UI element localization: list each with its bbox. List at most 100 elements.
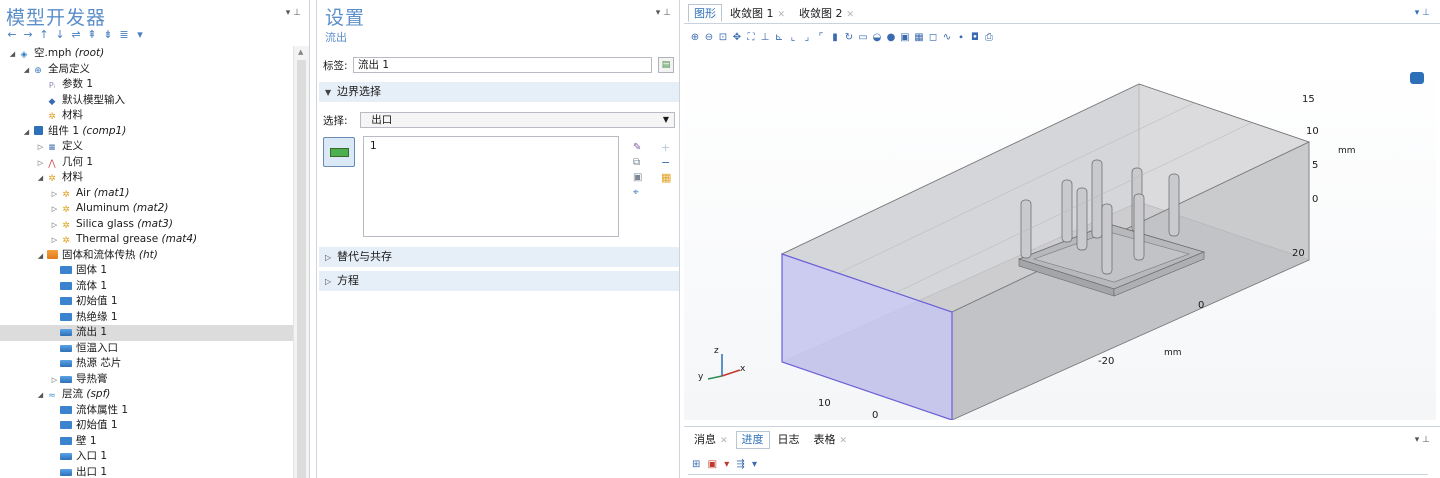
tree-item[interactable]: 恒温入口 [0, 341, 293, 357]
tree-item[interactable]: ▷ ✲ Aluminum (mat2) [0, 201, 293, 217]
scroll-up-icon[interactable]: ▲ [298, 48, 303, 56]
move-up-icon[interactable]: ↑ [38, 28, 50, 41]
select-domain-icon[interactable]: ▦ [914, 30, 926, 45]
tree-item[interactable]: 热绝缘 1 [0, 310, 293, 326]
tree-item[interactable]: ▷ 导热膏 [0, 372, 293, 388]
paste-icon[interactable]: ▣ [633, 170, 642, 185]
tree-item[interactable]: 固体 1 [0, 263, 293, 279]
tree-item[interactable]: ▷ ✲ Air (mat1) [0, 186, 293, 202]
back-icon[interactable]: ← [6, 28, 18, 41]
tree-item[interactable]: 初始值 1 [0, 294, 293, 310]
zoom-box-icon[interactable]: ⊡ [718, 30, 730, 45]
twisty-icon[interactable]: ◢ [36, 249, 45, 265]
twisty-icon[interactable]: ◢ [36, 171, 45, 187]
tree-item[interactable]: ▷ ✲ Thermal grease (mat4) [0, 232, 293, 248]
view-zx-icon[interactable]: ⌜ [816, 30, 828, 45]
settings-pin-icon[interactable]: ▾ ⊥ [656, 8, 671, 18]
scroll-thumb[interactable] [297, 60, 306, 478]
close-icon[interactable]: ✕ [847, 10, 855, 20]
add-icon[interactable]: + [661, 140, 671, 155]
selection-list[interactable]: 1 [363, 136, 619, 237]
twisty-icon[interactable]: ◢ [22, 125, 31, 141]
twisty-icon[interactable]: ▷ [50, 218, 59, 234]
selection-dropdown[interactable]: 出口 ▼ [360, 112, 675, 128]
label-button-icon[interactable]: ▤ [658, 57, 674, 73]
selection-list-item[interactable]: 1 [370, 140, 612, 152]
move-down-icon[interactable]: ↓ [54, 28, 66, 41]
forward-icon[interactable]: → [22, 28, 34, 41]
twisty-icon[interactable]: ◢ [8, 47, 17, 63]
axis-icon[interactable]: ⊥ [760, 30, 772, 45]
tree-item[interactable]: ◢ ≈ 层流 (spf) [0, 387, 293, 403]
twisty-icon[interactable]: ▷ [50, 187, 59, 203]
dropdown-icon[interactable]: ▾ [134, 28, 146, 41]
active-selection-toggle-button[interactable] [323, 137, 355, 167]
create-selection-icon[interactable]: ▦ [661, 170, 671, 185]
section-equation[interactable]: ▷ 方程 [319, 271, 679, 291]
rotate-icon[interactable]: ↻ [844, 30, 856, 45]
tree-item[interactable]: Pᵢ 参数 1 [0, 77, 293, 93]
tree-item[interactable]: 入口 1 [0, 449, 293, 465]
close-icon[interactable]: ✕ [720, 436, 728, 446]
views-icon[interactable]: ⊾ [774, 30, 786, 45]
zoom-out-icon[interactable]: ⊖ [704, 30, 716, 45]
select-icon[interactable]: ▣ [900, 30, 912, 45]
tree-item[interactable]: ✲ 材料 [0, 108, 293, 124]
section-override[interactable]: ▷ 替代与共存 [319, 247, 679, 267]
graphics-tab[interactable]: 收敛图 1 ✕ [724, 4, 791, 22]
light-icon[interactable]: ● [886, 30, 898, 45]
label-field[interactable]: 流出 1 [353, 57, 652, 73]
list-icon[interactable]: ≣ [118, 28, 130, 41]
zoom-extents-icon[interactable]: ⛶ [746, 30, 758, 45]
zoom-in-icon[interactable]: ⊕ [690, 30, 702, 45]
view-xy-icon[interactable]: ⌞ [788, 30, 800, 45]
messages-tab[interactable]: 日志 [772, 431, 806, 449]
tree-item[interactable]: 流体 1 [0, 279, 293, 295]
close-icon[interactable]: ✕ [840, 436, 848, 446]
tree-scrollbar[interactable]: ▲ [293, 46, 309, 478]
twisty-icon[interactable]: ◢ [36, 388, 45, 404]
pane-pin-icon[interactable]: ▾ ⊥ [286, 8, 301, 18]
sync-icon[interactable]: ⇶ ▾ [736, 459, 759, 470]
tree-item[interactable]: 初始值 1 [0, 418, 293, 434]
messages-tab[interactable]: 消息 ✕ [688, 431, 734, 449]
filter-icon[interactable]: ⇌ [70, 28, 82, 41]
transparency-icon[interactable]: ◒ [872, 30, 884, 45]
copy-icon[interactable]: ⧉ [633, 155, 642, 170]
tree-item[interactable]: ◢ 组件 1 (comp1) [0, 124, 293, 140]
graphics-tab[interactable]: 收敛图 2 ✕ [793, 4, 860, 22]
stop-icon[interactable]: ▣ ▾ [708, 459, 732, 470]
select-point-icon[interactable]: ∙ [956, 30, 968, 45]
3d-model-scene[interactable] [684, 64, 1436, 420]
twisty-icon[interactable]: ▷ [50, 202, 59, 218]
print-icon[interactable]: ⎙ [984, 30, 996, 45]
zoom-to-selection-icon[interactable]: ⌖ [633, 185, 642, 200]
screenshot-icon[interactable]: ◘ [970, 30, 982, 45]
twisty-icon[interactable]: ▷ [36, 140, 45, 156]
tree-item[interactable]: ◆ 默认模型输入 [0, 93, 293, 109]
select-edge-icon[interactable]: ∿ [942, 30, 954, 45]
section-boundary-selection[interactable]: ▼ 边界选择 [319, 82, 679, 102]
render-icon[interactable]: ▮ [830, 30, 842, 45]
twisty-icon[interactable]: ▷ [50, 373, 59, 389]
tree-item[interactable]: 流体属性 1 [0, 403, 293, 419]
tree-item[interactable]: ▷ ✲ Silica glass (mat3) [0, 217, 293, 233]
remove-icon[interactable]: − [661, 155, 671, 170]
graphics-pin-icon[interactable]: ▾ ⊥ [1415, 8, 1430, 18]
twisty-icon[interactable]: ▷ [50, 233, 59, 249]
tree-item[interactable]: 热源 芯片 [0, 356, 293, 372]
tree-item[interactable]: ▷ ⋀ 几何 1 [0, 155, 293, 171]
messages-tab[interactable]: 进度 [735, 431, 770, 449]
close-icon[interactable]: ✕ [778, 10, 786, 20]
select-boundary-icon[interactable]: ◻ [928, 30, 940, 45]
tree-item[interactable]: ◢ ◈ 空.mph (root) [0, 46, 293, 62]
tree-item[interactable]: 出口 1 [0, 465, 293, 478]
tree-item[interactable]: ▷ ≡ 定义 [0, 139, 293, 155]
paint-icon[interactable]: ✎ [633, 140, 642, 155]
tree-item[interactable]: ◢ ✲ 材料 [0, 170, 293, 186]
expand-all-icon[interactable]: ⊞ [692, 459, 702, 470]
tree-item[interactable]: ◢ 固体和流体传热 (ht) [0, 248, 293, 264]
messages-tab[interactable]: 表格 ✕ [808, 431, 854, 449]
graphics-tab[interactable]: 图形 [688, 4, 722, 22]
tree-item[interactable]: 流出 1 [0, 325, 293, 341]
